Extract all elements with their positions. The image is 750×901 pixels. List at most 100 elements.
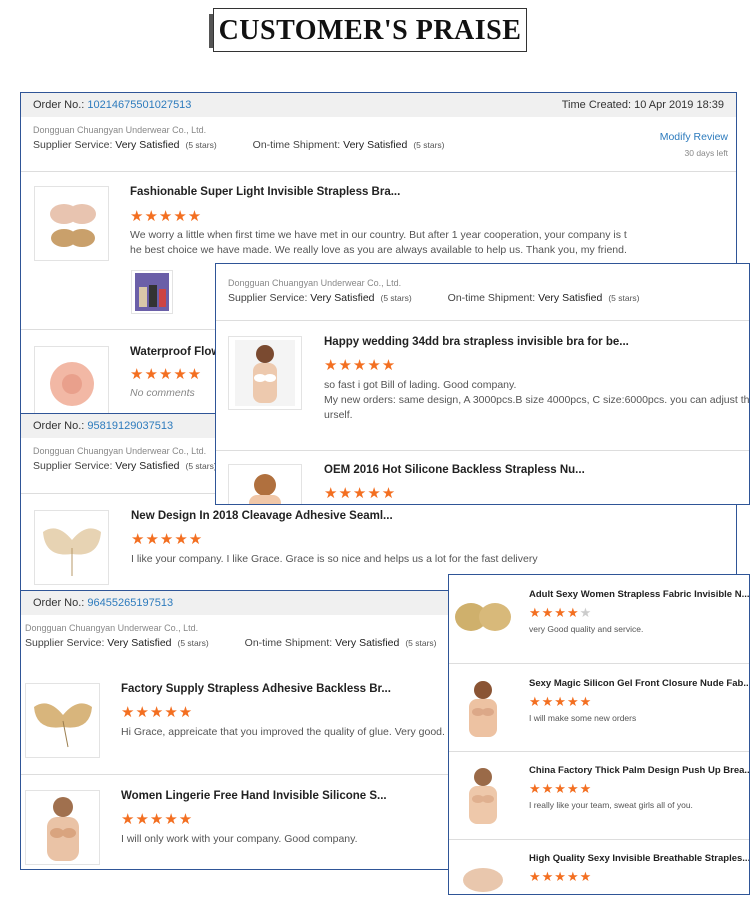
rating-stars: ★★★★★: [131, 531, 204, 548]
page-title-box: CUSTOMER'S PRAISE: [213, 8, 527, 52]
review-comment: No comments: [130, 387, 195, 399]
product-thumbnail[interactable]: [452, 852, 514, 894]
product-thumbnail[interactable]: [25, 683, 100, 758]
shipment-stars: (5 stars): [608, 293, 640, 303]
review-comment: I will only work with your company. Good…: [121, 833, 358, 845]
supplier-ratings: Supplier Service: Very Satisfied (5 stars…: [21, 135, 736, 151]
bra-cups-image: [463, 868, 503, 892]
rating-stars: ★★★★★: [324, 485, 397, 502]
review-item: Factory Supply Strapless Adhesive Backle…: [21, 668, 449, 774]
shipment-value: Very Satisfied: [538, 292, 603, 304]
product-thumbnail[interactable]: [228, 336, 302, 410]
model-image: [46, 796, 79, 861]
supplier-ratings: Supplier Service: Very Satisfied (5 stars…: [216, 288, 749, 304]
bra-cups-image: [49, 203, 96, 247]
review-item: Happy wedding 34dd bra strapless invisib…: [216, 320, 749, 451]
days-left: 30 days left: [684, 148, 728, 158]
rating-stars: ★★★★★: [130, 366, 203, 383]
product-title-link[interactable]: Sexy Magic Silicon Gel Front Closure Nud…: [529, 678, 749, 689]
page-title: CUSTOMER'S PRAISE: [218, 15, 522, 46]
service-label: Supplier Service:: [25, 637, 105, 649]
product-thumbnail[interactable]: [452, 677, 514, 739]
review-item: Adult Sexy Women Strapless Fabric Invisi…: [449, 575, 749, 663]
review-comment: I really like your team, sweat girls all…: [529, 800, 693, 810]
rating-stars: ★★★★★: [121, 704, 194, 721]
product-title-link[interactable]: Happy wedding 34dd bra strapless invisib…: [324, 336, 629, 348]
shipment-label: On-time Shipment:: [252, 139, 341, 151]
shipment-value: Very Satisfied: [343, 139, 408, 151]
product-title-link[interactable]: High Quality Sexy Invisible Breathable S…: [529, 853, 749, 864]
rating-stars: ★★★★★: [130, 208, 203, 225]
supplier-name: Dongguan Chuangyan Underwear Co., Ltd.: [33, 125, 207, 135]
order-number-link[interactable]: 95819129037513: [87, 420, 173, 432]
product-title-link[interactable]: OEM 2016 Hot Silicone Backless Strapless…: [324, 464, 585, 476]
wing-bra-image: [33, 702, 92, 747]
shipment-label: On-time Shipment:: [244, 637, 333, 649]
bra-cups-image: [455, 603, 511, 631]
service-label: Supplier Service:: [33, 139, 113, 151]
product-title-link[interactable]: Factory Supply Strapless Adhesive Backle…: [121, 683, 391, 695]
review-item: China Factory Thick Palm Design Push Up …: [449, 751, 749, 840]
rating-stars: ★★★★★: [121, 811, 194, 828]
order-header: Order No.: 96455265197513: [21, 591, 449, 615]
review-photo[interactable]: [131, 270, 173, 314]
review-item: Women Lingerie Free Hand Invisible Silic…: [21, 774, 449, 869]
modify-review-link[interactable]: Modify Review: [660, 131, 728, 143]
service-value: Very Satisfied: [115, 460, 180, 472]
shipment-stars: (5 stars): [405, 638, 437, 648]
product-title-link[interactable]: Women Lingerie Free Hand Invisible Silic…: [121, 790, 387, 802]
shipment-label: On-time Shipment:: [447, 292, 536, 304]
product-thumbnail[interactable]: [34, 186, 109, 261]
rating-stars: ★★★★★: [529, 694, 593, 709]
product-thumbnail[interactable]: [34, 510, 109, 585]
review-comment: I like your company. I like Grace. Grace…: [131, 553, 538, 565]
time-created: Time Created: 10 Apr 2019 18:39: [561, 99, 724, 111]
model-image: [469, 768, 497, 824]
service-value: Very Satisfied: [107, 637, 172, 649]
supplier-name: Dongguan Chuangyan Underwear Co., Ltd.: [25, 623, 199, 633]
model-image: [249, 474, 281, 504]
review-comment: so fast i got Bill of lading. Good compa…: [324, 379, 750, 421]
order-label: Order No.:: [33, 597, 85, 609]
model-image: [469, 681, 497, 737]
service-value: Very Satisfied: [310, 292, 375, 304]
service-stars: (5 stars): [380, 293, 412, 303]
service-label: Supplier Service:: [228, 292, 308, 304]
product-thumbnail[interactable]: [452, 764, 514, 826]
product-title-link[interactable]: China Factory Thick Palm Design Push Up …: [529, 765, 749, 776]
product-title-link[interactable]: Waterproof Flow: [130, 346, 220, 358]
order-header: Order No.: 10214675501027513 Time Create…: [21, 93, 736, 117]
bride-model-image: [235, 340, 295, 406]
review-item: OEM 2016 Hot Silicone Backless Strapless…: [216, 450, 749, 504]
order-label: Order No.:: [33, 99, 85, 111]
review-comment: Hi Grace, appreicate that you improved t…: [121, 726, 445, 738]
product-title-link[interactable]: Fashionable Super Light Invisible Strapl…: [130, 186, 400, 198]
review-card-5: Adult Sexy Women Strapless Fabric Invisi…: [448, 574, 750, 895]
review-comment: I will make some new orders: [529, 713, 637, 723]
product-thumbnail[interactable]: [25, 790, 100, 865]
order-number-link[interactable]: 10214675501027513: [87, 99, 191, 111]
supplier-ratings: Supplier Service: Very Satisfied (5 stars…: [21, 633, 449, 649]
service-stars: (5 stars): [177, 638, 209, 648]
product-title-link[interactable]: Adult Sexy Women Strapless Fabric Invisi…: [529, 589, 749, 600]
product-title-link[interactable]: New Design In 2018 Cleavage Adhesive Sea…: [131, 510, 393, 522]
review-item: Sexy Magic Silicon Gel Front Closure Nud…: [449, 663, 749, 752]
product-thumbnail[interactable]: [452, 587, 514, 647]
service-stars: (5 stars): [185, 461, 217, 471]
order-number-link[interactable]: 96455265197513: [87, 597, 173, 609]
photo-image: [135, 273, 169, 311]
review-card-4: Order No.: 96455265197513 Dongguan Chuan…: [20, 590, 450, 870]
rating-stars: ★★★★★: [324, 357, 397, 374]
flower-pasty-image: [49, 361, 94, 406]
service-label: Supplier Service:: [33, 460, 113, 472]
rating-stars: ★★★★★: [529, 781, 593, 796]
product-thumbnail[interactable]: [228, 464, 302, 504]
review-item: High Quality Sexy Invisible Breathable S…: [449, 839, 749, 894]
shipment-stars: (5 stars): [413, 140, 445, 150]
wing-bra-image: [42, 527, 101, 576]
service-stars: (5 stars): [185, 140, 217, 150]
product-thumbnail[interactable]: [34, 346, 109, 421]
service-value: Very Satisfied: [115, 139, 180, 151]
review-comment: very Good quality and service.: [529, 624, 644, 634]
order-label: Order No.:: [33, 420, 85, 432]
